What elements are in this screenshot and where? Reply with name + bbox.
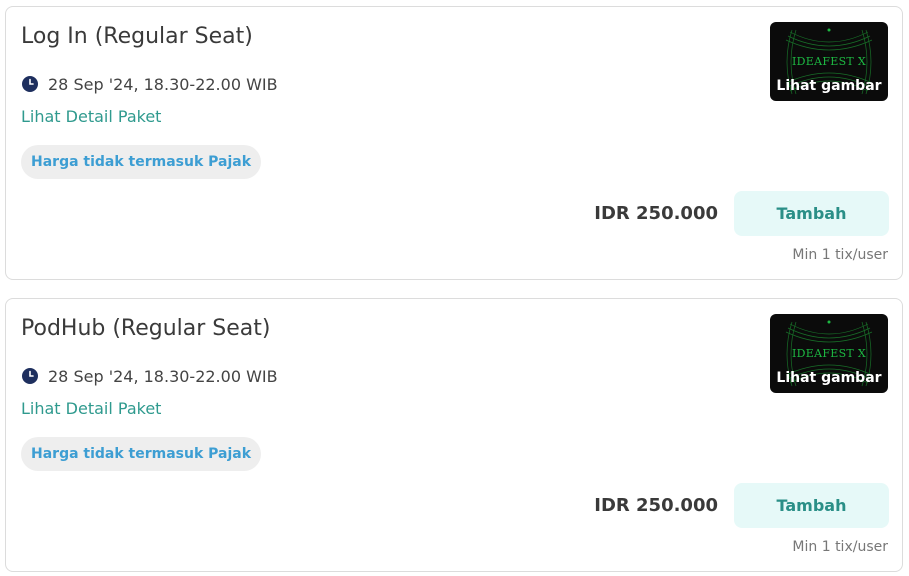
add-ticket-button[interactable]: Tambah bbox=[734, 191, 889, 236]
view-image-caption: Lihat gambar bbox=[776, 78, 882, 94]
ideafest-logo-text: IDEAFEST X bbox=[791, 55, 866, 68]
ticket-schedule: 28 Sep '24, 18.30-22.00 WIB bbox=[22, 366, 278, 386]
ticket-image-thumbnail[interactable]: IDEAFEST X Lihat gambar bbox=[770, 22, 888, 101]
package-detail-link[interactable]: Lihat Detail Paket bbox=[21, 399, 161, 418]
view-image-caption: Lihat gambar bbox=[776, 370, 882, 386]
ticket-schedule: 28 Sep '24, 18.30-22.00 WIB bbox=[22, 74, 278, 94]
package-detail-link[interactable]: Lihat Detail Paket bbox=[21, 107, 161, 126]
ideafest-logo-text: IDEAFEST X bbox=[791, 347, 866, 360]
ticket-card: Log In (Regular Seat) 28 Sep '24, 18.30-… bbox=[5, 6, 903, 280]
schedule-text: 28 Sep '24, 18.30-22.00 WIB bbox=[48, 366, 278, 386]
ticket-image-thumbnail[interactable]: IDEAFEST X Lihat gambar bbox=[770, 314, 888, 393]
min-purchase-note: Min 1 tix/user bbox=[792, 539, 888, 555]
ticket-price: IDR 250.000 bbox=[594, 495, 718, 516]
min-purchase-note: Min 1 tix/user bbox=[792, 247, 888, 263]
clock-icon bbox=[22, 368, 38, 384]
ticket-title: PodHub (Regular Seat) bbox=[21, 316, 271, 341]
tax-note-badge: Harga tidak termasuk Pajak bbox=[21, 145, 262, 179]
clock-icon bbox=[22, 76, 38, 92]
schedule-text: 28 Sep '24, 18.30-22.00 WIB bbox=[48, 74, 278, 94]
ticket-price: IDR 250.000 bbox=[594, 203, 718, 224]
tax-note-badge: Harga tidak termasuk Pajak bbox=[21, 437, 262, 471]
add-ticket-button[interactable]: Tambah bbox=[734, 483, 889, 528]
ticket-list: Log In (Regular Seat) 28 Sep '24, 18.30-… bbox=[0, 0, 909, 576]
ticket-card: PodHub (Regular Seat) 28 Sep '24, 18.30-… bbox=[5, 298, 903, 572]
ticket-title: Log In (Regular Seat) bbox=[21, 24, 253, 49]
